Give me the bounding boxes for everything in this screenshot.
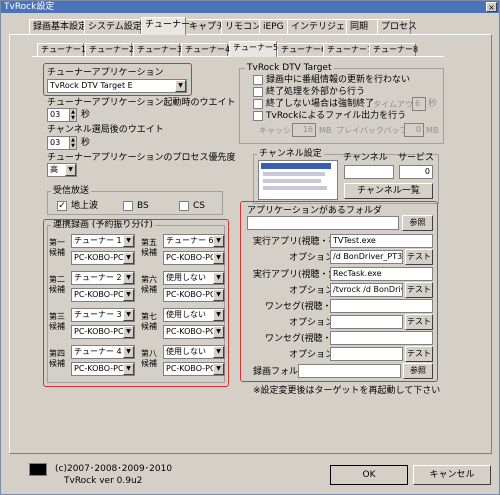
subtab-tuner-7[interactable]: チューナー7 xyxy=(323,43,372,57)
broadcast-title: 受信放送 xyxy=(51,186,92,196)
reserve-highlight xyxy=(43,219,229,387)
close-icon[interactable]: × xyxy=(486,2,497,12)
option-checkbox-1[interactable] xyxy=(253,75,263,85)
wait-input[interactable]: 03 ▲ ▼ xyxy=(47,108,77,122)
option-checkbox-4[interactable] xyxy=(253,111,263,121)
channel-list-button[interactable]: チャンネル一覧 xyxy=(344,183,433,199)
cs-checkbox[interactable] xyxy=(179,201,189,211)
tab-8[interactable]: 同期 xyxy=(346,19,378,35)
subtab-tuner-8[interactable]: チューナー8 xyxy=(369,43,418,57)
playback-unit: MB xyxy=(426,126,439,135)
cache-input[interactable]: 16 xyxy=(292,123,316,137)
restart-note: ※設定変更後はターゲットを再起動して下さい xyxy=(253,386,441,396)
option-checkbox-3[interactable] xyxy=(253,99,263,109)
chevron-down-icon[interactable]: ▼ xyxy=(65,164,76,176)
channel-list[interactable] xyxy=(258,160,338,200)
option-label-3: 終了しない場合は強制終了 xyxy=(266,99,375,109)
window-title: TvRock設定 xyxy=(4,2,55,12)
service-label: サービス xyxy=(398,153,435,163)
channel-title: チャンネル設定 xyxy=(257,149,324,159)
ok-button[interactable]: OK xyxy=(330,465,408,485)
bs-label: BS xyxy=(137,201,149,211)
ch-wait-label: チャンネル選局後のウエイト xyxy=(47,125,164,135)
playback-input[interactable]: 0 xyxy=(404,123,424,137)
priority-select[interactable]: 高 ▼ xyxy=(47,163,77,177)
app-icon xyxy=(29,463,47,476)
option-checkbox-2[interactable] xyxy=(253,87,263,97)
terrestrial-label: 地上波 xyxy=(71,201,99,211)
cs-label: CS xyxy=(193,201,205,211)
subtab-tuner-3[interactable]: チューナー3 xyxy=(133,43,182,57)
copyright: (c)2007･2008･2009･2010 xyxy=(55,464,173,474)
timeout-unit: 秒 xyxy=(428,99,438,109)
subtab-tuner-5[interactable]: チューナー5 xyxy=(229,41,278,57)
dtv-target-title: TvRock DTV Target xyxy=(245,63,334,73)
tab-2[interactable]: システム設定 xyxy=(84,19,142,35)
tab-3[interactable]: チューナー xyxy=(141,17,190,35)
cancel-button[interactable]: キャンセル xyxy=(413,465,491,485)
channel-input[interactable] xyxy=(344,165,394,179)
app-highlight xyxy=(43,63,192,96)
timeout-input[interactable]: 6 xyxy=(412,97,426,111)
service-input[interactable]: 0 xyxy=(399,165,433,179)
option-label-2: 終了処理を外部から行う xyxy=(266,87,366,97)
folder-highlight xyxy=(240,201,438,382)
terrestrial-checkbox[interactable]: ✓ xyxy=(57,201,67,211)
subtab-tuner-4[interactable]: チューナー4 xyxy=(181,43,230,57)
bs-checkbox[interactable] xyxy=(123,201,133,211)
version: TvRock ver 0.9u2 xyxy=(64,476,143,486)
ch-wait-input[interactable]: 03 ▲ ▼ xyxy=(47,136,77,150)
ch-wait-unit: 秒 xyxy=(81,138,91,148)
tab-7[interactable]: インテリジェント xyxy=(287,19,363,35)
option-label-1: 録画中に番組情報の更新を行わない xyxy=(266,75,411,85)
cache-unit: MB xyxy=(319,126,332,135)
channel-label: チャンネル xyxy=(343,153,388,163)
tab-9[interactable]: プロセス xyxy=(377,19,417,35)
option-label-4: TvRockによるファイル出力を行う xyxy=(266,111,407,121)
wait-unit: 秒 xyxy=(81,110,91,120)
subtab-tuner-1[interactable]: チューナー1 xyxy=(37,43,86,57)
tab-6[interactable]: iEPG xyxy=(259,19,288,35)
tab-4[interactable]: キャプチャ xyxy=(185,19,234,35)
title-bar: TvRock設定 × xyxy=(1,1,499,13)
tab-1[interactable]: 録画基本設定 xyxy=(29,19,87,35)
tab-5[interactable]: リモコン xyxy=(221,19,261,35)
subtab-tuner-6[interactable]: チューナー6 xyxy=(277,43,326,57)
subtab-tuner-2[interactable]: チューナー2 xyxy=(85,43,134,57)
settings-window: TvRock設定 × 録画基本設定 システム設定 チューナー キャプチャ リモコン iEP… xyxy=(0,0,500,495)
